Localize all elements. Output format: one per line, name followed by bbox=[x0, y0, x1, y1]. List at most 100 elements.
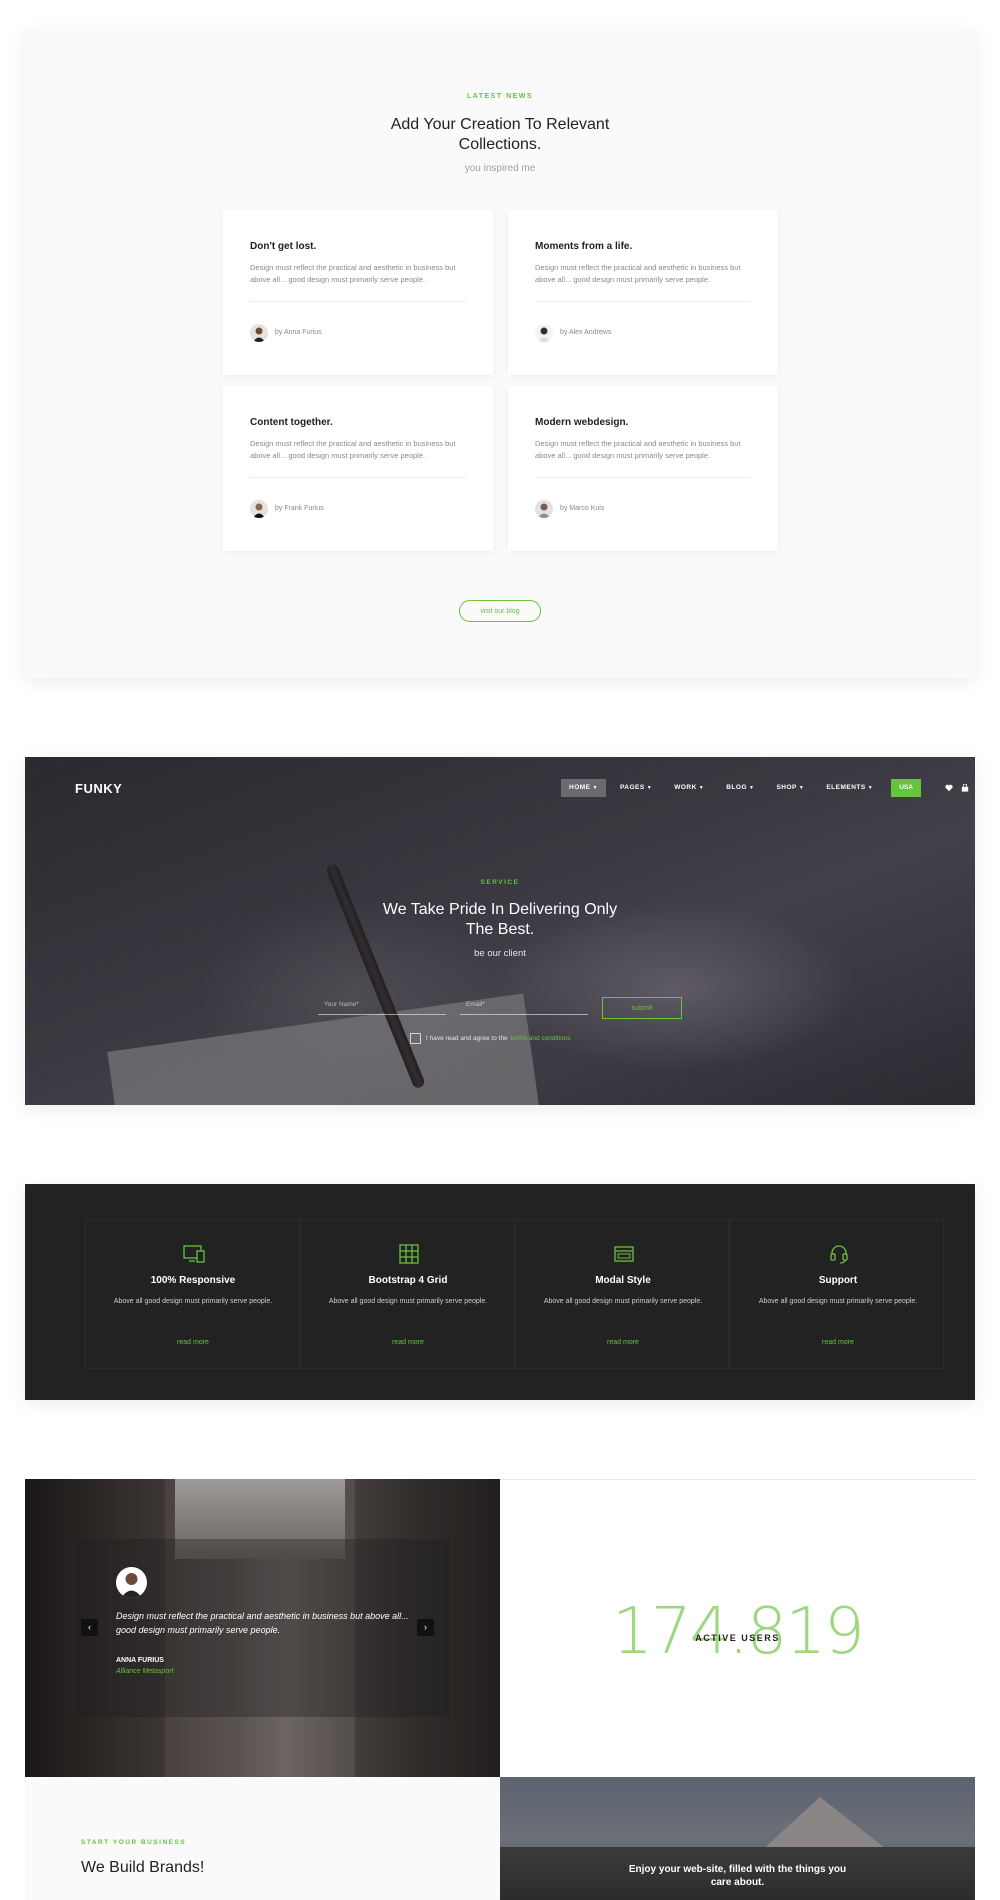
stats-panel: 174.819 ACTIVE USERS bbox=[500, 1479, 975, 1777]
feature-card: Support Above all good design must prima… bbox=[730, 1219, 944, 1369]
read-more-link[interactable]: read more bbox=[516, 1339, 730, 1346]
avatar bbox=[250, 500, 268, 518]
feature-text: Above all good design must primarily ser… bbox=[328, 1298, 488, 1305]
mountain-peak-image bbox=[760, 1797, 890, 1852]
brands-panel: START YOUR BUSINESS We Build Brands! bbox=[25, 1777, 500, 1900]
nav-label: BLOG bbox=[726, 784, 748, 791]
news-card[interactable]: Moments from a life. Design must reflect… bbox=[508, 210, 778, 375]
nav-label: SHOP bbox=[776, 784, 797, 791]
hero-section: FUNKY HOME ▼ PAGES ▼ WORK ▼ BLOG ▼ SHOP ▼ ELE… bbox=[25, 757, 975, 1105]
testimonial-name: ANNA FURIUS bbox=[116, 1657, 164, 1664]
bag-icon[interactable] bbox=[959, 779, 971, 797]
card-divider bbox=[535, 477, 751, 478]
nav-item-blog[interactable]: BLOG ▼ bbox=[718, 779, 762, 797]
feature-text: Above all good design must primarily ser… bbox=[113, 1298, 273, 1305]
banner-text: Enjoy your web-site, filled with the thi… bbox=[628, 1864, 847, 1888]
heart-icon[interactable] bbox=[943, 779, 955, 797]
stats-number: 174.819 bbox=[612, 1595, 865, 1669]
card-title[interactable]: Moments from a life. bbox=[535, 241, 632, 252]
nav-item-home[interactable]: HOME ▼ bbox=[561, 779, 606, 797]
card-text: Design must reflect the practical and ae… bbox=[535, 439, 741, 460]
card-author: by Alex Andrews bbox=[560, 329, 612, 336]
brand-logo[interactable]: FUNKY bbox=[75, 781, 122, 796]
terms-row: I have read and agree to the terms and c… bbox=[410, 1033, 571, 1044]
nav-item-shop[interactable]: SHOP ▼ bbox=[768, 779, 812, 797]
feature-card: 100% Responsive Above all good design mu… bbox=[85, 1219, 299, 1369]
card-divider bbox=[535, 301, 751, 302]
nav-item-elements[interactable]: ELEMENTS ▼ bbox=[818, 779, 881, 797]
news-card[interactable]: Don't get lost. Design must reflect the … bbox=[223, 210, 493, 375]
headset-icon bbox=[828, 1244, 850, 1264]
terms-text: I have read and agree to the bbox=[426, 1035, 508, 1042]
nav-cta-button[interactable]: USA bbox=[891, 779, 921, 797]
testimonial-avatar bbox=[116, 1567, 147, 1598]
avatar bbox=[250, 324, 268, 342]
next-arrow-icon[interactable]: › bbox=[417, 1619, 434, 1636]
nav-item-work[interactable]: WORK ▼ bbox=[666, 779, 712, 797]
hero-eyebrow: SERVICE bbox=[480, 879, 520, 886]
card-text: Design must reflect the practical and ae… bbox=[535, 263, 741, 284]
main-nav: HOME ▼ PAGES ▼ WORK ▼ BLOG ▼ SHOP ▼ ELEMENTS ▼… bbox=[561, 779, 975, 797]
read-more-link[interactable]: read more bbox=[301, 1339, 515, 1346]
card-title[interactable]: Content together. bbox=[250, 417, 333, 428]
news-title: Add Your Creation To Relevant Collection… bbox=[390, 116, 610, 153]
testimonial-company: Alliance Metasport bbox=[116, 1668, 174, 1675]
brands-title: We Build Brands! bbox=[81, 1859, 205, 1876]
monitor-icon bbox=[183, 1244, 205, 1264]
feature-text: Above all good design must primarily ser… bbox=[543, 1298, 703, 1305]
terms-link[interactable]: terms and conditions bbox=[511, 1035, 571, 1042]
nav-item-pages[interactable]: PAGES ▼ bbox=[612, 779, 660, 797]
avatar bbox=[535, 500, 553, 518]
bottom-section: Design must reflect the practical and ae… bbox=[25, 1479, 975, 1900]
nav-label: WORK bbox=[674, 784, 697, 791]
card-title[interactable]: Don't get lost. bbox=[250, 241, 316, 252]
news-card[interactable]: Modern webdesign. Design must reflect th… bbox=[508, 386, 778, 551]
name-input[interactable]: Your Name* bbox=[318, 999, 446, 1015]
feature-text: Above all good design must primarily ser… bbox=[758, 1298, 918, 1305]
feature-title: Modal Style bbox=[595, 1275, 651, 1286]
card-title[interactable]: Modern webdesign. bbox=[535, 417, 628, 428]
visit-blog-button[interactable]: visit our blog bbox=[459, 600, 541, 622]
avatar bbox=[535, 324, 553, 342]
caret-down-icon: ▼ bbox=[698, 785, 705, 791]
nav-label: ELEMENTS bbox=[826, 784, 866, 791]
nav-label: PAGES bbox=[619, 784, 645, 791]
card-author: by Marco Kuis bbox=[560, 505, 605, 512]
feature-title: Bootstrap 4 Grid bbox=[368, 1275, 448, 1286]
latest-news-section: LATEST NEWS Add Your Creation To Relevan… bbox=[25, 30, 975, 678]
caret-down-icon: ▼ bbox=[867, 785, 874, 791]
caret-down-icon: ▼ bbox=[749, 785, 755, 791]
nav-label: HOME bbox=[569, 784, 591, 791]
caret-down-icon: ▼ bbox=[798, 785, 805, 791]
news-card[interactable]: Content together. Design must reflect th… bbox=[223, 386, 493, 551]
testimonial-quote: Design must reflect the practical and ae… bbox=[116, 1611, 409, 1635]
email-input[interactable]: Email* bbox=[460, 999, 588, 1015]
card-text: Design must reflect the practical and ae… bbox=[250, 263, 456, 284]
window-icon bbox=[613, 1244, 635, 1264]
feature-card: Bootstrap 4 Grid Above all good design m… bbox=[300, 1219, 514, 1369]
card-divider bbox=[250, 301, 466, 302]
terms-checkbox[interactable] bbox=[410, 1033, 421, 1044]
caret-down-icon: ▼ bbox=[646, 785, 653, 791]
feature-title: 100% Responsive bbox=[150, 1275, 236, 1286]
read-more-link[interactable]: read more bbox=[86, 1339, 300, 1346]
prev-arrow-icon[interactable]: ‹ bbox=[81, 1619, 98, 1636]
submit-button[interactable]: submit bbox=[602, 997, 682, 1019]
nav-icons bbox=[939, 779, 975, 797]
hero-subtitle: be our client bbox=[474, 948, 526, 959]
news-eyebrow: LATEST NEWS bbox=[466, 93, 534, 100]
testimonial-panel: Design must reflect the practical and ae… bbox=[25, 1479, 500, 1777]
features-section: 100% Responsive Above all good design mu… bbox=[25, 1184, 975, 1400]
news-subtitle: you inspired me bbox=[464, 163, 536, 174]
brands-eyebrow: START YOUR BUSINESS bbox=[81, 1839, 187, 1846]
hero-title: We Take Pride In Delivering Only The Bes… bbox=[382, 901, 618, 938]
feature-title: Support bbox=[818, 1275, 858, 1286]
card-author: by Frank Furius bbox=[275, 505, 324, 512]
stats-label: ACTIVE USERS bbox=[695, 1633, 780, 1643]
card-text: Design must reflect the practical and ae… bbox=[250, 439, 456, 460]
read-more-link[interactable]: read more bbox=[731, 1339, 945, 1346]
mountain-banner: Enjoy your web-site, filled with the thi… bbox=[500, 1777, 975, 1900]
card-divider bbox=[250, 477, 466, 478]
feature-card: Modal Style Above all good design must p… bbox=[515, 1219, 729, 1369]
card-author: by Anna Furius bbox=[275, 329, 322, 336]
